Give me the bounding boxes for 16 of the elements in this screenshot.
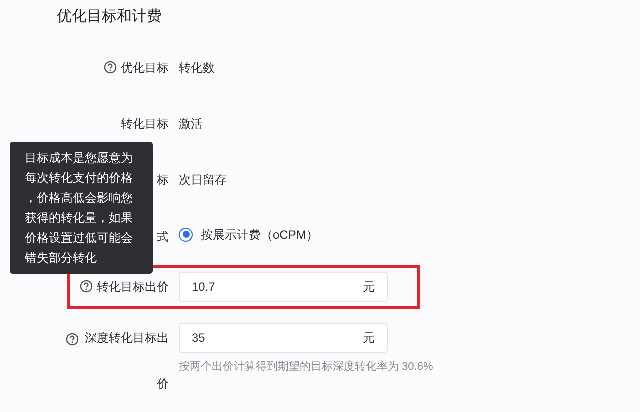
field-label: 式 — [157, 228, 169, 246]
field-label: 深度转化目标出价 — [84, 330, 169, 392]
field-value: 次日留存 — [179, 172, 227, 188]
radio-label: 按展示计费（oCPM） — [201, 226, 318, 244]
field-label: 转化目标出价 — [97, 278, 169, 296]
radio-button[interactable] — [179, 228, 193, 242]
field-label: 标 — [157, 172, 169, 188]
price-input-field[interactable]: 35 元 — [179, 322, 388, 352]
field-value: 激活 — [179, 116, 203, 132]
field-value: 转化数 — [179, 60, 215, 76]
section-title: 优化目标和计费 — [57, 7, 163, 27]
price-input-field[interactable]: 10.7 元 — [179, 272, 388, 302]
tooltip: 目标成本是您愿意为每次转化支付的价格，价格高低会影响您获得的转化量，如果价格设置过低可能会错失部分转化 — [10, 142, 153, 274]
hint-text: 按两个出价计算得到期望的目标深度转化率为 30.6% — [179, 360, 434, 374]
field-label: 转化目标 — [121, 116, 169, 132]
field-label: 优化目标 — [121, 60, 169, 76]
